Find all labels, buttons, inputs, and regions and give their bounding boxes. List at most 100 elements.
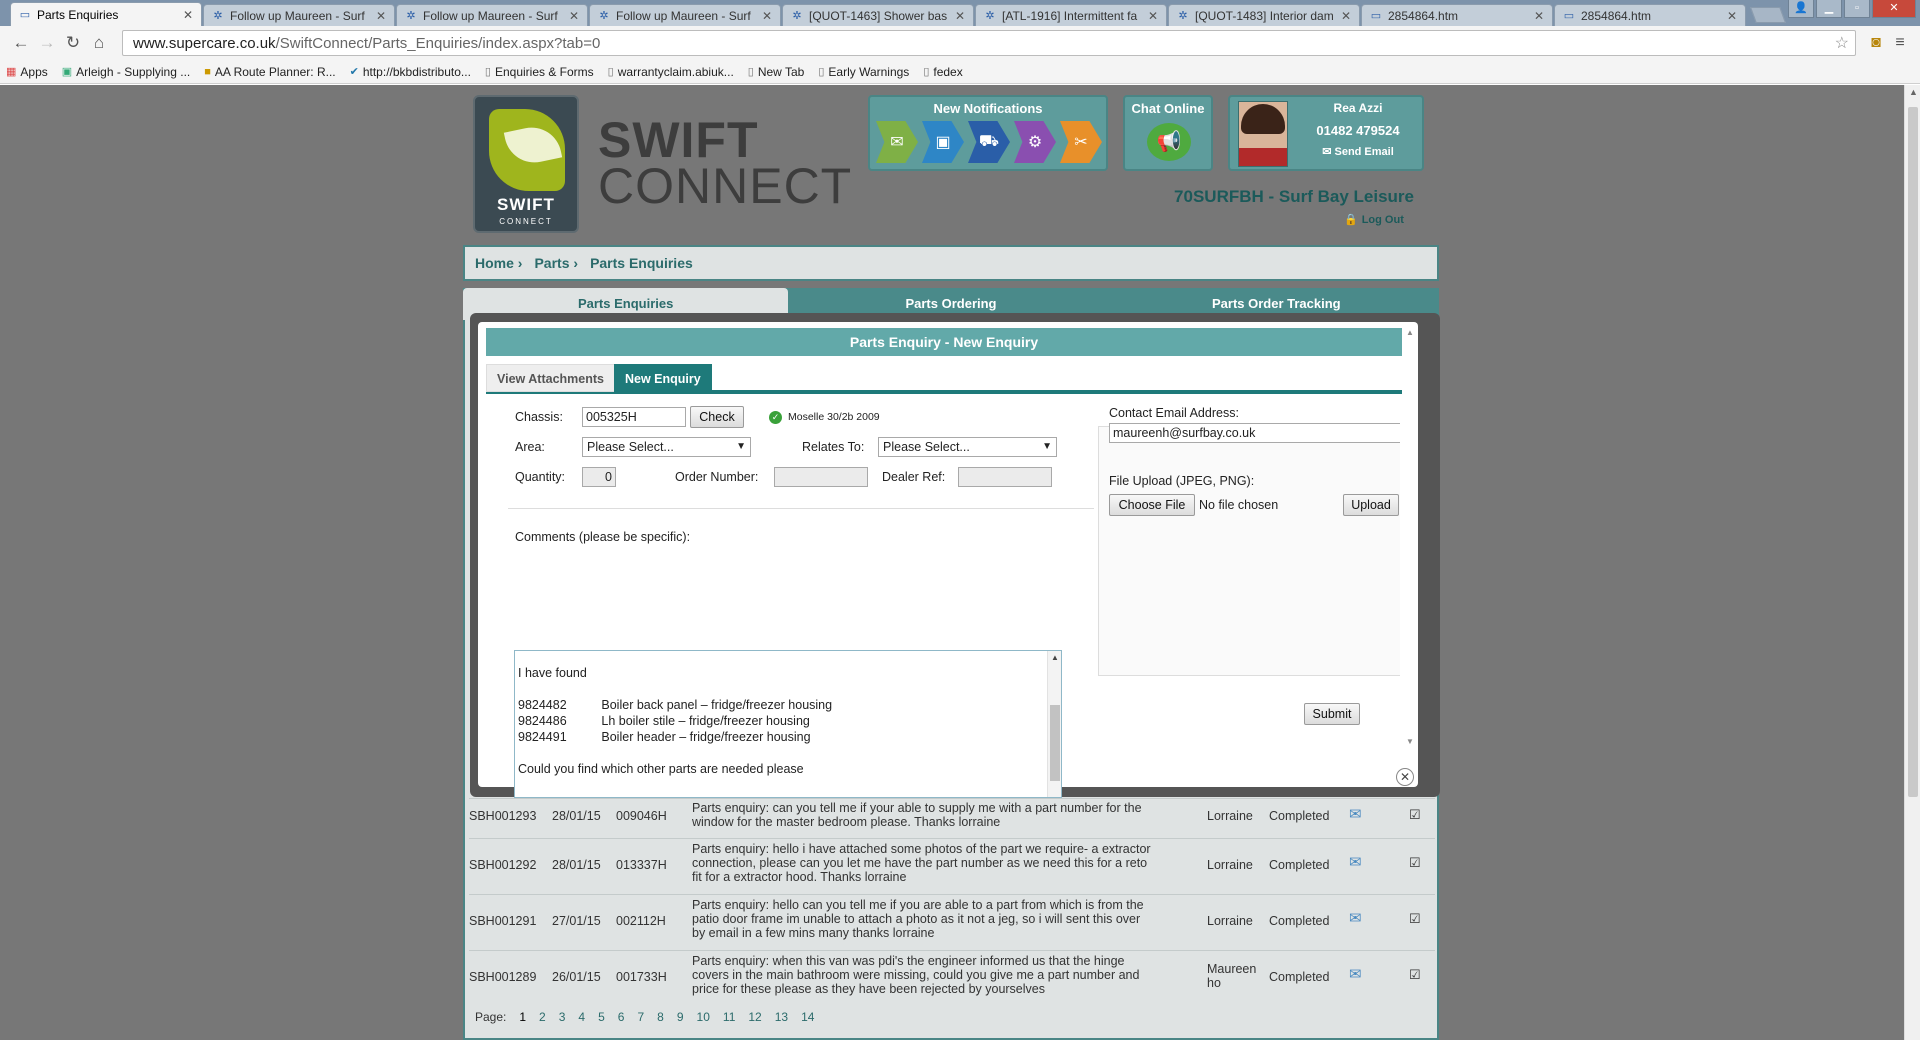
completed-checkbox[interactable]: ☑ — [1409, 911, 1421, 927]
table-row[interactable]: SBH001291 27/01/15 002112H Parts enquiry… — [469, 894, 1435, 950]
browser-tab[interactable]: ✲ Follow up Maureen - Surf ✕ — [396, 4, 588, 26]
browser-tab[interactable]: ✲ [ATL-1916] Intermittent fa ✕ — [975, 4, 1167, 26]
chassis-input[interactable]: 005325H — [582, 407, 686, 427]
modal-scrollbar[interactable]: ▲ ▼ — [1404, 328, 1416, 746]
notification-settings-icon[interactable]: ⚙ — [1014, 121, 1056, 163]
tab-new-enquiry[interactable]: New Enquiry — [614, 364, 712, 392]
home-icon[interactable]: ⌂ — [86, 33, 112, 53]
completed-checkbox[interactable]: ☑ — [1409, 967, 1421, 983]
forward-icon[interactable]: → — [34, 33, 60, 53]
swift-connect-logo[interactable]: SWIFT CONNECT SWIFT CONNECT — [473, 95, 851, 235]
close-icon[interactable]: ✕ — [183, 8, 193, 22]
browser-tab[interactable]: ▭ 2854864.htm ✕ — [1554, 4, 1746, 26]
extension-icon[interactable]: ◙ — [1864, 34, 1888, 52]
bookmark-star-icon[interactable]: ☆ — [1835, 33, 1849, 53]
close-icon[interactable]: ✕ — [1148, 9, 1158, 23]
modal-close-icon[interactable]: ✕ — [1396, 768, 1414, 786]
order-number-input[interactable] — [774, 467, 868, 487]
choose-file-button[interactable]: Choose File — [1109, 494, 1195, 516]
page-link[interactable]: 12 — [748, 1010, 761, 1024]
tab-view-attachments[interactable]: View Attachments — [486, 364, 615, 392]
envelope-icon[interactable]: ✉ — [1349, 853, 1362, 871]
scroll-thumb[interactable] — [1050, 705, 1060, 781]
bookmark-item[interactable]: ■ AA Route Planner: R... — [204, 65, 335, 79]
envelope-icon[interactable]: ✉ — [1349, 805, 1362, 823]
bookmark-item[interactable]: ▯ fedex — [923, 65, 962, 79]
page-link[interactable]: 9 — [677, 1010, 684, 1024]
bookmark-item[interactable]: ▯ Early Warnings — [818, 65, 909, 79]
envelope-icon[interactable]: ✉ — [1349, 909, 1362, 927]
new-tab-button[interactable] — [1750, 7, 1786, 23]
page-link[interactable]: 10 — [697, 1010, 710, 1024]
minimize-icon[interactable]: ▁ — [1816, 0, 1842, 18]
page-link[interactable]: 2 — [539, 1010, 546, 1024]
notification-computer-icon[interactable]: ▣ — [922, 121, 964, 163]
scroll-up-icon[interactable]: ▲ — [1909, 87, 1918, 97]
browser-tab[interactable]: ✲ [QUOT-1483] Interior dam ✕ — [1168, 4, 1360, 26]
bookmark-item[interactable]: ▯ Enquiries & Forms — [485, 65, 594, 79]
browser-tab[interactable]: ▭ 2854864.htm ✕ — [1361, 4, 1553, 26]
user-icon[interactable]: 👤 — [1788, 0, 1814, 18]
close-icon[interactable]: ✕ — [1341, 9, 1351, 23]
address-bar[interactable]: www.supercare.co.uk/SwiftConnect/Parts_E… — [122, 30, 1856, 56]
menu-icon[interactable]: ≡ — [1888, 34, 1912, 52]
scroll-up-icon[interactable]: ▲ — [1406, 328, 1414, 337]
notification-info-icon[interactable]: ✉ — [876, 121, 918, 163]
page-link[interactable]: 4 — [578, 1010, 585, 1024]
notification-tools-icon[interactable]: ✂ — [1060, 121, 1102, 163]
page-link[interactable]: 8 — [657, 1010, 664, 1024]
maximize-icon[interactable]: ▫ — [1844, 0, 1870, 18]
log-out-link[interactable]: 🔒 Log Out — [1344, 213, 1404, 226]
close-icon[interactable]: ✕ — [1534, 9, 1544, 23]
close-icon[interactable]: ✕ — [376, 9, 386, 23]
close-icon[interactable]: ✕ — [955, 9, 965, 23]
send-email-link[interactable]: ✉ Send Email — [1296, 145, 1420, 158]
page-scrollbar[interactable]: ▲ — [1904, 85, 1920, 1040]
page-link[interactable]: 1 — [519, 1010, 526, 1024]
page-link[interactable]: 5 — [598, 1010, 605, 1024]
browser-tab[interactable]: ✲ Follow up Maureen - Surf ✕ — [589, 4, 781, 26]
upload-button[interactable]: Upload — [1343, 494, 1399, 516]
close-icon[interactable]: ✕ — [1727, 9, 1737, 23]
scroll-down-icon[interactable]: ▼ — [1406, 737, 1414, 746]
page-link[interactable]: 11 — [723, 1010, 735, 1024]
comments-textarea[interactable]: I have found 9824482 Boiler back panel –… — [514, 650, 1062, 798]
submit-button[interactable]: Submit — [1304, 703, 1360, 725]
page-link[interactable]: 14 — [801, 1010, 814, 1024]
back-icon[interactable]: ← — [8, 33, 34, 53]
email-input[interactable]: maureenh@surfbay.co.uk — [1109, 423, 1400, 443]
relates-to-select[interactable]: Please Select... ▼ — [878, 437, 1057, 457]
area-select[interactable]: Please Select... ▼ — [582, 437, 751, 457]
chat-megaphone-icon[interactable]: 📢 — [1147, 123, 1191, 161]
dealer-ref-input[interactable] — [958, 467, 1052, 487]
table-row[interactable]: SBH001292 28/01/15 013337H Parts enquiry… — [469, 838, 1435, 894]
table-row[interactable]: SBH001289 26/01/15 001733H Parts enquiry… — [469, 950, 1435, 1006]
bookmark-item[interactable]: ▣ Arleigh - Supplying ... — [62, 65, 190, 79]
quantity-input[interactable]: 0 — [582, 467, 616, 487]
window-close-icon[interactable]: ✕ — [1872, 0, 1916, 18]
browser-tab[interactable]: ✲ [QUOT-1463] Shower bas ✕ — [782, 4, 974, 26]
scroll-thumb[interactable] — [1908, 107, 1918, 797]
page-link[interactable]: 3 — [559, 1010, 566, 1024]
close-icon[interactable]: ✕ — [569, 9, 579, 23]
chat-online-panel[interactable]: Chat Online 📢 — [1123, 95, 1213, 171]
bookmark-item[interactable]: ▯ warrantyclaim.abiuk... — [608, 65, 734, 79]
close-icon[interactable]: ✕ — [762, 9, 772, 23]
page-link[interactable]: 7 — [637, 1010, 644, 1024]
reload-icon[interactable]: ↻ — [60, 33, 86, 53]
browser-tab[interactable]: ✲ Follow up Maureen - Surf ✕ — [203, 4, 395, 26]
completed-checkbox[interactable]: ☑ — [1409, 855, 1421, 871]
breadcrumb-parts[interactable]: Parts › — [534, 255, 578, 271]
bookmark-item[interactable]: ✔ http://bkbdistributo... — [350, 65, 471, 79]
page-link[interactable]: 6 — [618, 1010, 625, 1024]
notification-delivery-icon[interactable]: ⛟ — [968, 121, 1010, 163]
browser-tab[interactable]: ▭ Parts Enquiries ✕ — [10, 2, 202, 26]
breadcrumb-parts-enquiries[interactable]: Parts Enquiries — [590, 255, 693, 271]
completed-checkbox[interactable]: ☑ — [1409, 807, 1421, 823]
page-link[interactable]: 13 — [775, 1010, 788, 1024]
table-row[interactable]: SBH001293 28/01/15 009046H Parts enquiry… — [469, 798, 1435, 838]
envelope-icon[interactable]: ✉ — [1349, 965, 1362, 983]
bookmark-item[interactable]: ▯ New Tab — [748, 65, 805, 79]
textarea-scrollbar[interactable]: ▲ — [1047, 651, 1061, 797]
breadcrumb-home[interactable]: Home › — [475, 255, 522, 271]
